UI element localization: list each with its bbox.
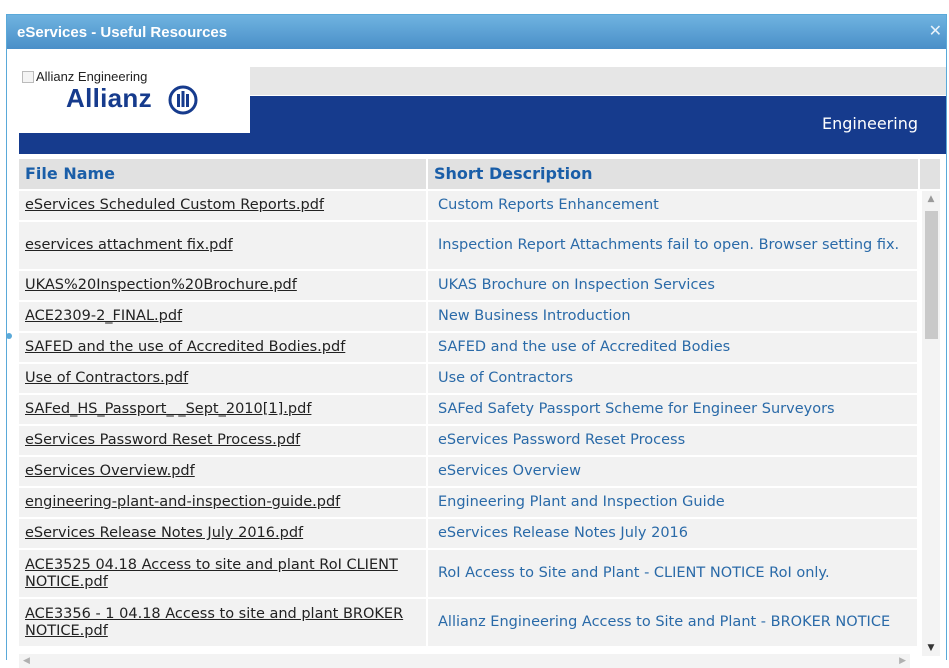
table-row: ACE3356 - 1 04.18 Access to site and pla… [19, 599, 917, 648]
resources-dialog: eServices - Useful Resources ✕ Engineeri… [6, 14, 948, 668]
file-link[interactable]: UKAS%20Inspection%20Brochure.pdf [19, 271, 426, 300]
table-row: eServices Overview.pdf eServices Overview [19, 457, 917, 488]
vertical-scrollbar[interactable]: ▲ ▼ [922, 191, 940, 656]
dialog-title: eServices - Useful Resources [17, 24, 228, 41]
file-description: Use of Contractors [428, 364, 917, 393]
file-description: UKAS Brochure on Inspection Services [428, 271, 917, 300]
file-link[interactable]: eServices Release Notes July 2016.pdf [19, 519, 426, 548]
horizontal-scrollbar[interactable]: ◀ ▶ [19, 654, 910, 668]
file-link[interactable]: SAFed_HS_Passport_ _Sept_2010[1].pdf [19, 395, 426, 424]
table-row: Use of Contractors.pdf Use of Contractors [19, 364, 917, 395]
file-description: eServices Password Reset Process [428, 426, 917, 455]
scrollbar-thumb[interactable] [925, 211, 938, 339]
table-row: eservices attachment fix.pdf Inspection R… [19, 222, 917, 271]
file-link[interactable]: Use of Contractors.pdf [19, 364, 426, 393]
close-icon[interactable]: ✕ [929, 23, 942, 39]
file-description: Custom Reports Enhancement [428, 191, 917, 220]
table-row: SAFED and the use of Accredited Bodies.p… [19, 333, 917, 364]
table-row: ACE3525 04.18 Access to site and plant R… [19, 550, 917, 599]
dialog-body: Engineering Allianz Engineering Allianz … [7, 49, 948, 668]
file-link[interactable]: eServices Overview.pdf [19, 457, 426, 486]
file-description: eServices Release Notes July 2016 [428, 519, 917, 548]
dialog-titlebar[interactable]: eServices - Useful Resources ✕ [7, 15, 946, 49]
column-header-spacer [920, 159, 940, 189]
allianz-eagle-icon [168, 85, 198, 115]
file-description: RoI Access to Site and Plant - CLIENT NO… [428, 550, 917, 597]
logo-alt-text: Allianz Engineering [22, 69, 147, 84]
table-row: UKAS%20Inspection%20Brochure.pdf UKAS Bro… [19, 271, 917, 302]
file-link[interactable]: ACE3525 04.18 Access to site and plant R… [19, 550, 426, 597]
table-row: engineering-plant-and-inspection-guide.p… [19, 488, 917, 519]
table-row: eServices Scheduled Custom Reports.pdf Cu… [19, 191, 917, 222]
table-row: eServices Release Notes July 2016.pdf eSe… [19, 519, 917, 550]
banner-label: Engineering [822, 114, 918, 133]
logo-wordmark: Allianz [66, 83, 152, 113]
table-row: eServices Password Reset Process.pdf eSer… [19, 426, 917, 457]
resources-table: File Name Short Description eServices Sc… [19, 154, 948, 661]
file-description: Inspection Report Attachments fail to op… [428, 222, 917, 269]
scroll-right-icon[interactable]: ▶ [899, 654, 906, 668]
file-description: SAFed Safety Passport Scheme for Enginee… [428, 395, 917, 424]
file-description: New Business Introduction [428, 302, 917, 331]
broken-image-icon [22, 70, 34, 83]
table-body: eServices Scheduled Custom Reports.pdf Cu… [19, 191, 917, 648]
file-link[interactable]: eservices attachment fix.pdf [19, 222, 426, 269]
file-description: SAFED and the use of Accredited Bodies [428, 333, 917, 362]
column-header-short-description[interactable]: Short Description [428, 159, 918, 189]
file-link[interactable]: eServices Password Reset Process.pdf [19, 426, 426, 455]
file-link[interactable]: ACE3356 - 1 04.18 Access to site and pla… [19, 599, 426, 646]
file-link[interactable]: SAFED and the use of Accredited Bodies.p… [19, 333, 426, 362]
scroll-up-icon[interactable]: ▲ [922, 191, 940, 207]
scroll-left-icon[interactable]: ◀ [23, 654, 30, 668]
table-row: ACE2309-2_FINAL.pdf New Business Introduc… [19, 302, 917, 333]
allianz-logo: Allianz Engineering Allianz [19, 67, 250, 133]
file-description: Allianz Engineering Access to Site and P… [428, 599, 917, 646]
column-header-file-name[interactable]: File Name [19, 159, 426, 189]
scroll-down-icon[interactable]: ▼ [922, 640, 940, 656]
resize-handle[interactable] [6, 333, 12, 339]
file-link[interactable]: eServices Scheduled Custom Reports.pdf [19, 191, 426, 220]
file-link[interactable]: ACE2309-2_FINAL.pdf [19, 302, 426, 331]
file-link[interactable]: engineering-plant-and-inspection-guide.p… [19, 488, 426, 517]
table-header: File Name Short Description [19, 159, 948, 189]
file-description: Engineering Plant and Inspection Guide [428, 488, 917, 517]
logo-alt-label: Allianz Engineering [36, 69, 148, 84]
file-description: eServices Overview [428, 457, 917, 486]
table-row: SAFed_HS_Passport_ _Sept_2010[1].pdf SAFe… [19, 395, 917, 426]
